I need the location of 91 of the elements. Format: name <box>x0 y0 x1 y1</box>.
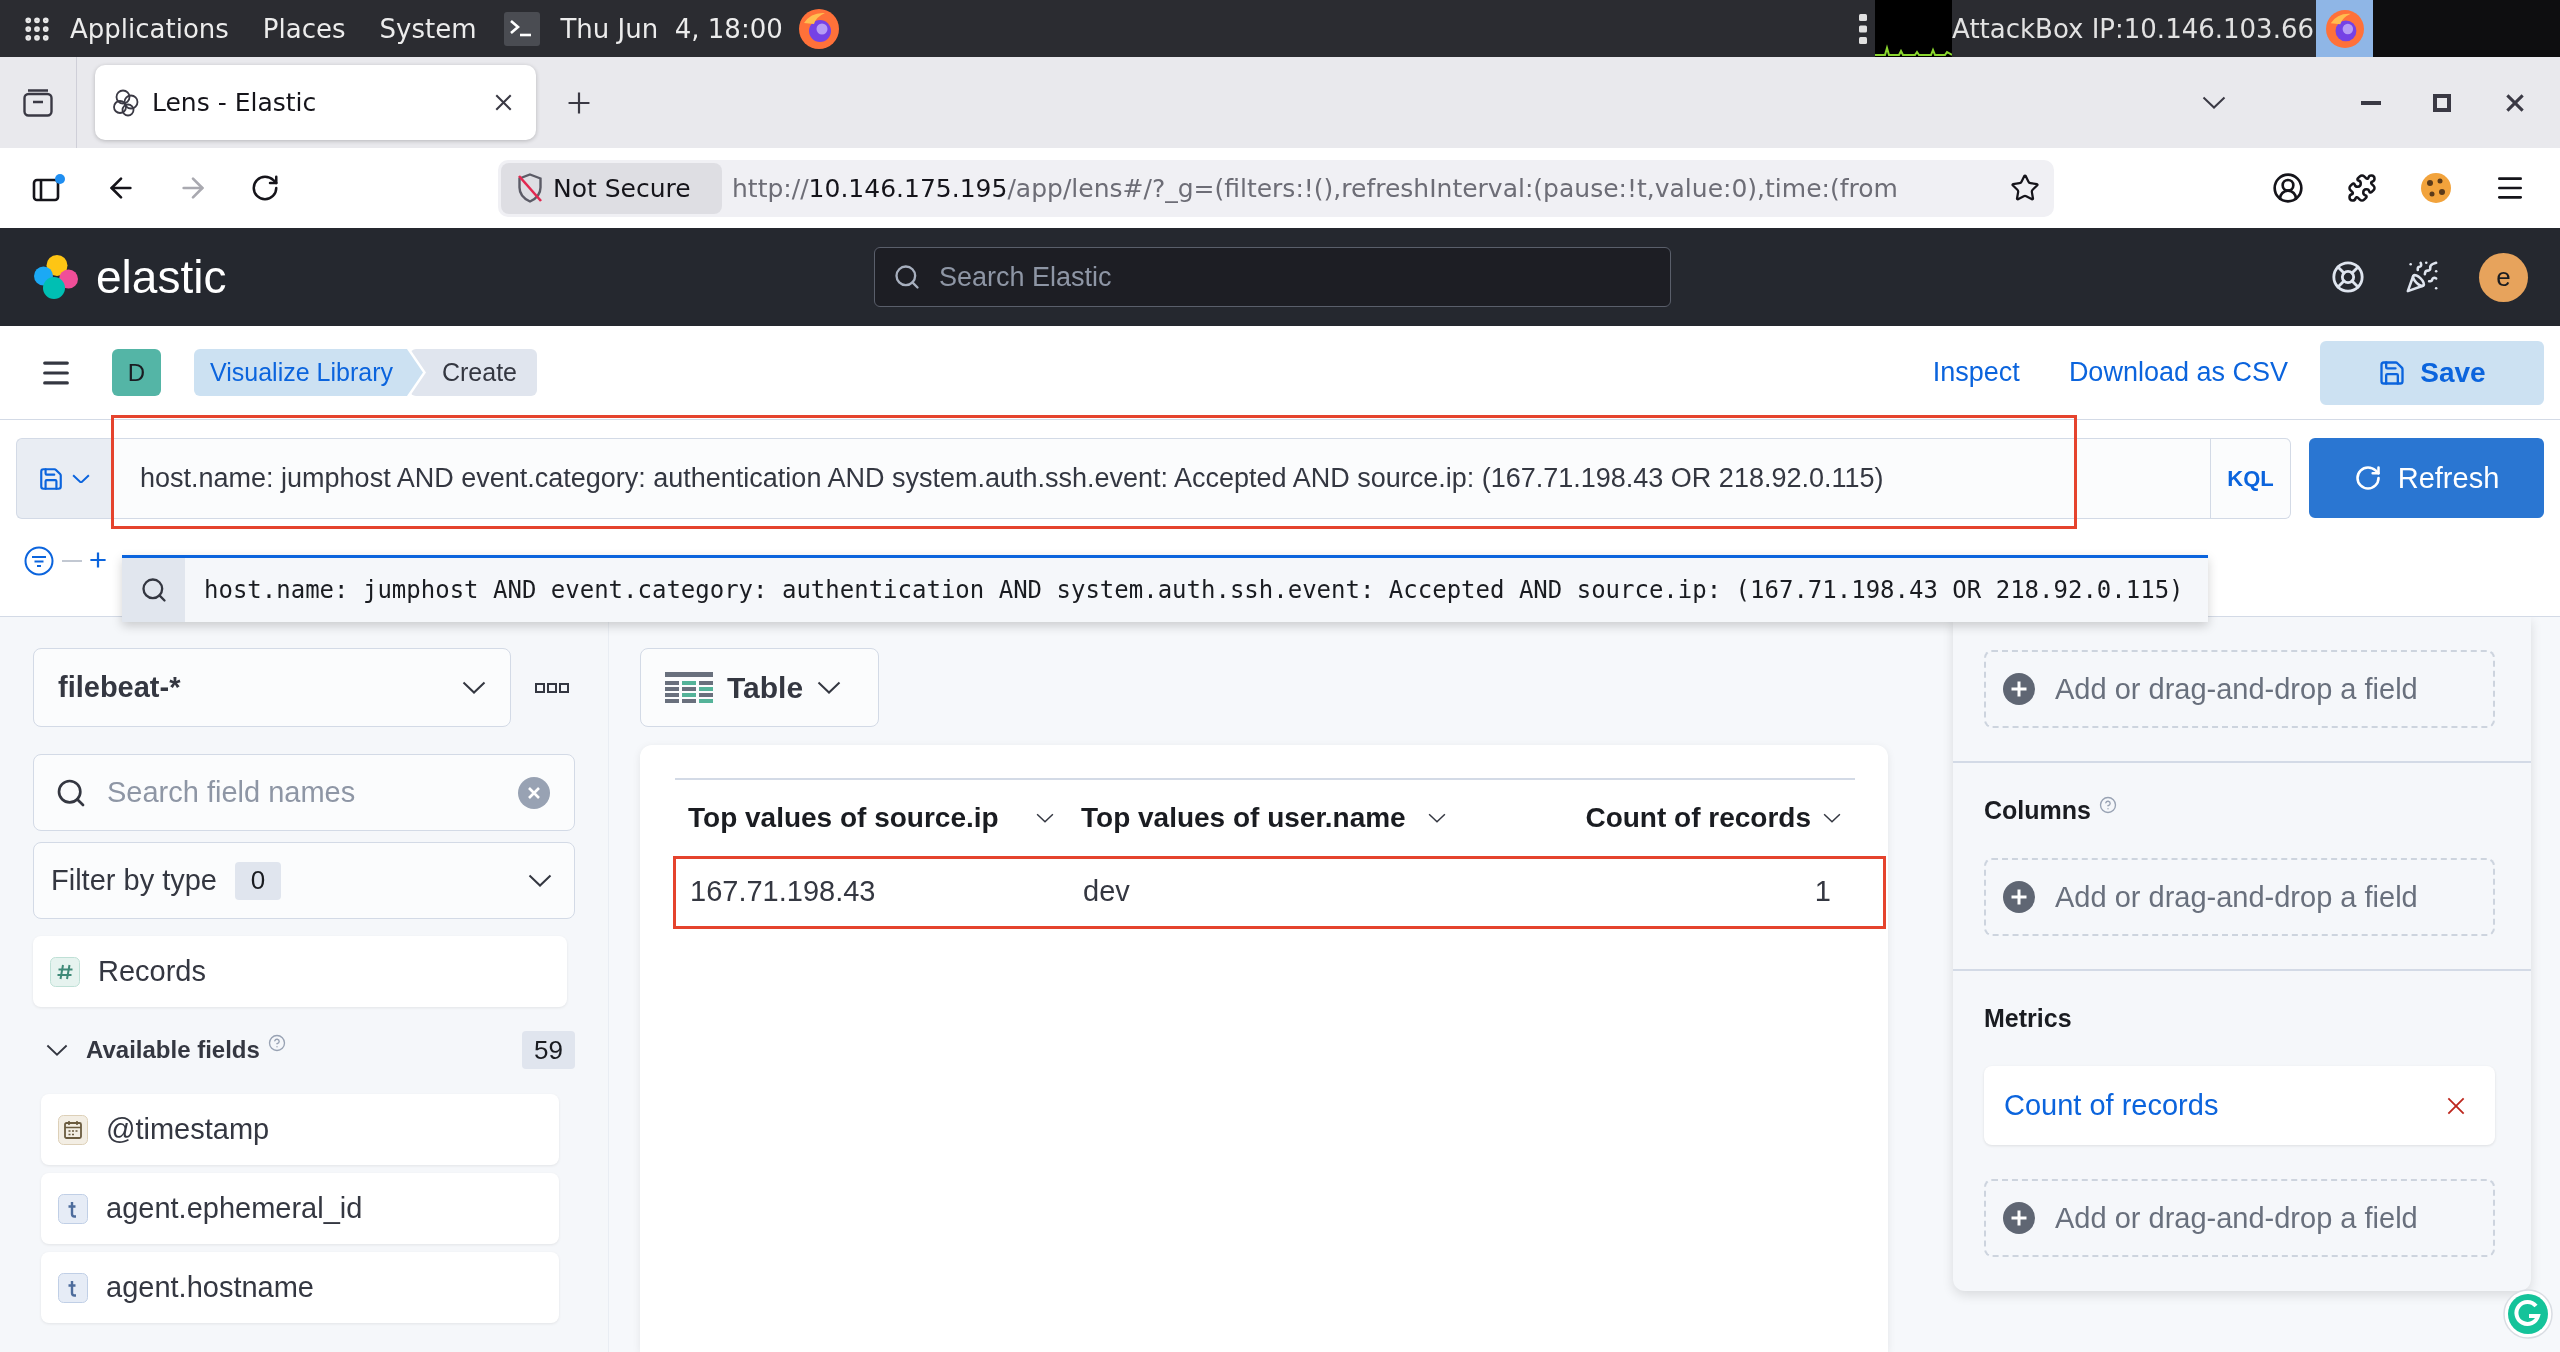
plus-circle-icon <box>2003 881 2035 913</box>
column-header[interactable]: Top values of user.name <box>1068 780 1460 856</box>
section-title: Columns <box>1984 796 2091 825</box>
count-badge: 0 <box>235 861 281 900</box>
section-title: Metrics <box>1984 1004 2072 1033</box>
close-icon[interactable] <box>2506 93 2524 112</box>
url-text[interactable]: http://10.146.175.195/app/lens#/?_g=(filters:!(),refreshInterval:(pause:!t,value:0),time:(from <box>732 173 2010 203</box>
text-token-icon <box>58 1193 88 1224</box>
spotted-ball-icon[interactable] <box>2421 173 2451 203</box>
chevron-down-icon[interactable] <box>2202 95 2226 110</box>
address-bar[interactable]: Not Secure http://10.146.175.195/app/lens#/?_g=(filters:!(),refreshInterval:(pause:!t,value:0),time:(from <box>498 159 2054 217</box>
close-icon[interactable] <box>2447 1096 2465 1115</box>
clock-text: Thu Jun 4, 18:00 <box>560 13 783 44</box>
field-item[interactable]: Records <box>33 936 567 1007</box>
filter-icon[interactable] <box>24 546 54 576</box>
drop-zone[interactable]: Add or drag-and-drop a field <box>1984 1179 2495 1257</box>
close-icon[interactable] <box>495 94 512 111</box>
desktop-menu[interactable]: Applications <box>70 13 229 44</box>
puzzle-icon[interactable] <box>2347 173 2377 203</box>
maximize-icon[interactable] <box>2433 93 2451 112</box>
chevron-down-icon <box>817 680 842 695</box>
cluster-logo-icon <box>112 88 140 117</box>
field-item[interactable]: @timestamp <box>41 1094 559 1165</box>
refresh-button[interactable]: Refresh <box>2309 438 2544 518</box>
hash-token-icon <box>50 956 80 987</box>
account-icon[interactable] <box>2272 172 2304 204</box>
desktop-menu[interactable]: Places <box>262 13 346 44</box>
status-text: AttackBox IP:10.146.103.66 <box>1952 13 2314 44</box>
count-badge: 59 <box>522 1031 575 1069</box>
search-icon <box>139 576 168 604</box>
chevron-down-icon <box>1823 813 1841 823</box>
column-header[interactable]: Top values of source.ip <box>675 780 1068 856</box>
index-pattern-select[interactable]: filebeat-* <box>33 648 511 727</box>
plus-icon[interactable] <box>568 91 590 114</box>
drop-zone[interactable]: Add or drag-and-drop a field <box>1984 858 2495 936</box>
table-cell-text: 1 <box>1813 874 1832 909</box>
reload-icon[interactable] <box>250 173 280 203</box>
drop-zone[interactable]: Add or drag-and-drop a field <box>1984 650 2495 728</box>
lifebuoy-icon[interactable] <box>2331 260 2365 294</box>
plus-circle-icon <box>2003 673 2035 705</box>
ellipsis-icon[interactable] <box>535 682 569 693</box>
plus-circle-icon <box>2003 1202 2035 1234</box>
cluster-logo-icon <box>33 254 79 300</box>
brand-name: elastic <box>96 250 227 304</box>
activity-graph-icon <box>1875 0 1953 57</box>
chevron-down-icon <box>1428 813 1446 823</box>
chart-type-button[interactable]: Table <box>640 648 879 727</box>
tray-icon[interactable] <box>23 88 53 117</box>
sidebar-icon[interactable] <box>32 173 66 203</box>
taskbar-button[interactable] <box>2316 0 2373 57</box>
text-token-icon <box>58 1272 88 1303</box>
search-field[interactable]: Search Elastic <box>874 247 1671 307</box>
toolbar-link[interactable]: Inspect <box>1932 357 2020 388</box>
minimize-icon[interactable] <box>2361 100 2381 105</box>
chevron-down-icon[interactable] <box>46 1043 68 1057</box>
security-chip[interactable]: Not Secure <box>501 162 722 214</box>
table-cell-text: dev <box>1082 874 1131 909</box>
chevron-down-icon <box>462 680 486 695</box>
save-button[interactable]: Save <box>2320 340 2544 405</box>
toolbar-link[interactable]: Download as CSV <box>2068 357 2288 388</box>
desktop-menu[interactable]: System <box>379 13 477 44</box>
type-filter-button[interactable]: Filter by type 0 <box>33 842 575 919</box>
chevron-down-icon <box>528 873 552 888</box>
vertical-dots-icon[interactable] <box>1859 13 1868 44</box>
language-button[interactable]: KQL <box>2211 438 2291 519</box>
suggestion-item[interactable]: host.name: jumphost AND event.category: authentication AND system.auth.ssh.event: Accepted AND source.ip: (167.71.198.43 OR 218.92.0.115) <box>122 555 2208 622</box>
field-item[interactable]: agent.ephemeral_id <box>41 1173 559 1244</box>
search-icon <box>893 263 921 291</box>
user-avatar[interactable]: e <box>2479 252 2528 302</box>
breadcrumb: Create <box>409 349 537 396</box>
browser-logo-icon[interactable] <box>798 8 839 49</box>
table-cell-text: 167.71.198.43 <box>689 874 877 909</box>
shield-slash-icon <box>515 172 545 204</box>
terminal-icon[interactable] <box>504 11 541 46</box>
plus-icon[interactable] <box>90 552 106 568</box>
saved-query-button[interactable] <box>16 438 111 519</box>
section-title: Available fields <box>86 1036 260 1064</box>
chevron-down-icon <box>72 473 90 484</box>
star-icon[interactable] <box>2010 173 2040 203</box>
breadcrumb[interactable]: Visualize Library <box>194 349 423 396</box>
field-item[interactable]: agent.hostname <box>41 1252 559 1323</box>
party-popper-icon[interactable] <box>2405 260 2439 294</box>
chevron-down-icon <box>1036 813 1054 823</box>
browser-tab[interactable]: Lens - Elastic <box>95 65 536 140</box>
table-grid-icon <box>665 671 713 704</box>
column-header[interactable]: Count of records <box>1460 780 1855 856</box>
clear-icon[interactable] <box>518 776 550 809</box>
calendar-token-icon <box>58 1114 88 1145</box>
circular-arrow-icon <box>2353 464 2382 492</box>
space-badge[interactable]: D <box>112 349 161 396</box>
dimension-item[interactable]: Count of records <box>1984 1066 2495 1145</box>
